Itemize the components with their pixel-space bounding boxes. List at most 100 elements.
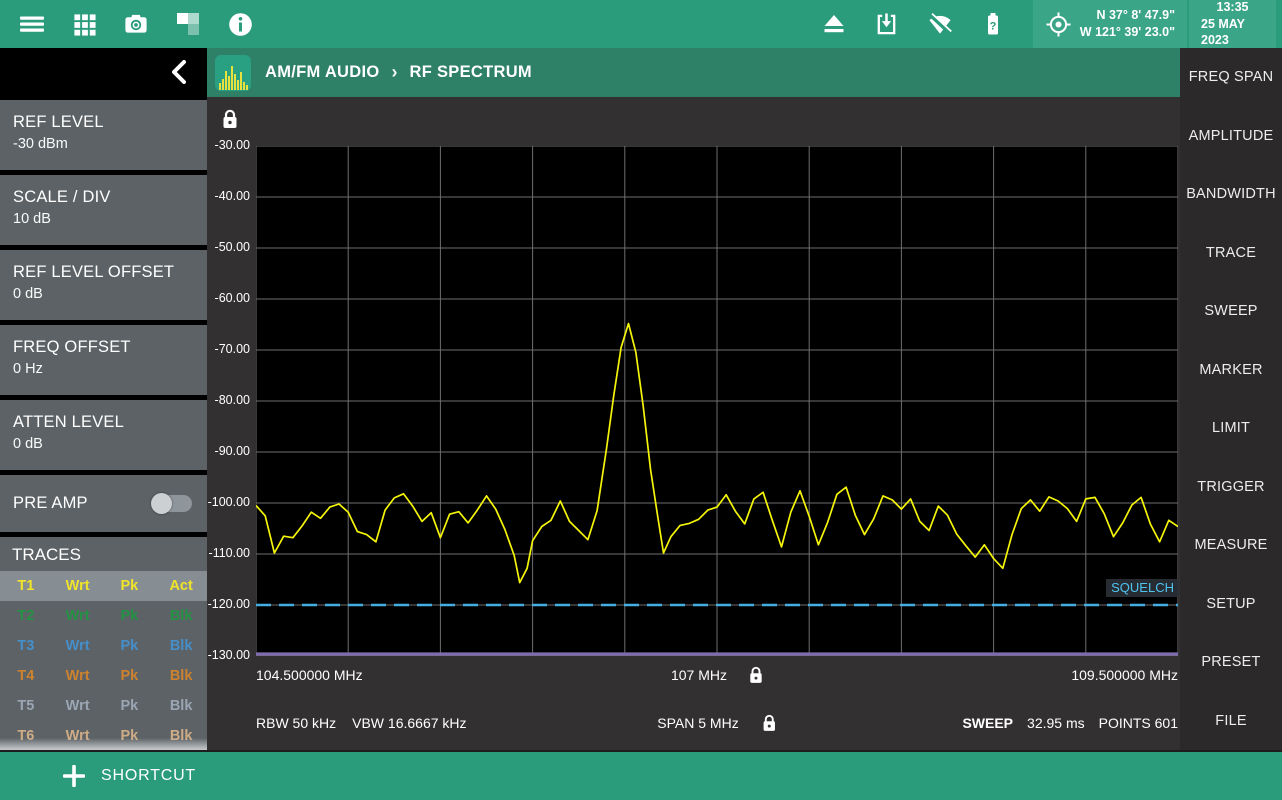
y-tick-label: -50.00 bbox=[215, 240, 250, 254]
y-tick-label: -40.00 bbox=[215, 189, 250, 203]
trace-cell: Pk bbox=[104, 668, 156, 684]
trace-cell: Pk bbox=[104, 698, 156, 714]
eject-icon[interactable] bbox=[821, 11, 847, 37]
gps-icon bbox=[1045, 11, 1072, 38]
y-tick-label: -60.00 bbox=[215, 291, 250, 305]
start-frequency-label: 104.500000 MHz bbox=[256, 667, 363, 683]
setting-scale-div[interactable]: SCALE / DIV 10 dB bbox=[0, 175, 207, 245]
menu-item-trace[interactable]: TRACE bbox=[1180, 224, 1282, 283]
menu-item-marker[interactable]: MARKER bbox=[1180, 341, 1282, 400]
apps-grid-icon[interactable] bbox=[71, 11, 97, 37]
battery-unknown-icon[interactable]: ? bbox=[980, 11, 1006, 37]
menu-item-limit[interactable]: LIMIT bbox=[1180, 399, 1282, 458]
preamp-toggle[interactable] bbox=[152, 495, 192, 512]
sweep-label: SWEEP bbox=[962, 715, 1013, 731]
setting-ref-level-offset[interactable]: REF LEVEL OFFSET0 dB bbox=[0, 250, 207, 320]
display-contrast-icon[interactable] bbox=[175, 11, 201, 37]
plus-icon bbox=[62, 764, 86, 788]
main-chart-area: -30.00-40.00-50.00-60.00-70.00-80.00-90.… bbox=[207, 97, 1180, 750]
top-status-bar: ? N 37° 8' 47.9" W 121° 39' 23.0" 13:35 … bbox=[0, 0, 1282, 48]
traces-title: TRACES bbox=[0, 543, 207, 571]
clock-status[interactable]: 13:35 25 MAY 2023 bbox=[1187, 0, 1276, 48]
trace-cell: Wrt bbox=[52, 698, 104, 714]
trace-row-t1[interactable]: T1WrtPkAct bbox=[0, 571, 207, 601]
setting-label: FREQ OFFSET bbox=[13, 338, 194, 357]
traces-table: T1WrtPkActT2WrtPkBlkT3WrtPkBlkT4WrtPkBlk… bbox=[0, 571, 207, 750]
trace-row-t5[interactable]: T5WrtPkBlk bbox=[0, 691, 207, 721]
preamp-panel[interactable]: PRE AMP bbox=[0, 475, 207, 532]
trace-cell: T1 bbox=[0, 578, 52, 594]
trace-cell: Pk bbox=[104, 608, 156, 624]
setting-label: ATTEN LEVEL bbox=[13, 413, 194, 432]
info-icon[interactable] bbox=[227, 11, 253, 37]
svg-text:?: ? bbox=[989, 21, 996, 33]
setting-value: 0 dB bbox=[13, 436, 194, 452]
menu-item-file[interactable]: FILE bbox=[1180, 692, 1282, 751]
add-shortcut-button[interactable]: SHORTCUT bbox=[62, 764, 196, 788]
setting-atten-level[interactable]: ATTEN LEVEL 0 dB bbox=[0, 400, 207, 470]
setting-ref-level[interactable]: REF LEVEL -30 dBm bbox=[0, 100, 207, 170]
setting-label: SCALE / DIV bbox=[13, 188, 194, 207]
trace-row-t2[interactable]: T2WrtPkBlk bbox=[0, 601, 207, 631]
gps-latitude: N 37° 8' 47.9" bbox=[1096, 7, 1175, 24]
trace-row-t4[interactable]: T4WrtPkBlk bbox=[0, 661, 207, 691]
menu-item-freq-span[interactable]: FREQ SPAN bbox=[1180, 48, 1282, 107]
topbar-right-icons: ? N 37° 8' 47.9" W 121° 39' 23.0" 13:35 … bbox=[821, 0, 1282, 48]
spectrum-app-icon bbox=[215, 55, 251, 91]
trace-cell: Pk bbox=[104, 578, 156, 594]
preamp-label: PRE AMP bbox=[13, 494, 88, 513]
trace-cell: Pk bbox=[104, 638, 156, 654]
trace-row-t3[interactable]: T3WrtPkBlk bbox=[0, 631, 207, 661]
setting-label: REF LEVEL bbox=[13, 113, 194, 132]
span-label: SPAN 5 MHz bbox=[657, 715, 738, 731]
left-parameter-sidebar: REF LEVEL -30 dBm SCALE / DIV 10 dB REF LEVE… bbox=[0, 97, 207, 750]
stop-frequency-label: 109.500000 MHz bbox=[1071, 667, 1178, 683]
wifi-off-icon[interactable] bbox=[927, 11, 953, 37]
center-frequency-lock-icon[interactable] bbox=[749, 666, 763, 684]
trace-cell: Blk bbox=[155, 608, 207, 624]
setting-freq-offset[interactable]: FREQ OFFSET0 Hz bbox=[0, 325, 207, 395]
menu-item-trigger[interactable]: TRIGGER bbox=[1180, 458, 1282, 517]
trace-cell: T4 bbox=[0, 668, 52, 684]
right-menu: FREQ SPANAMPLITUDEBANDWIDTHTRACESWEEPMAR… bbox=[1180, 48, 1282, 750]
breadcrumb-page: RF SPECTRUM bbox=[410, 63, 532, 82]
rbw-label: RBW 50 kHz bbox=[256, 715, 336, 731]
sidebar-scroll-fade bbox=[0, 738, 207, 750]
amplitude-lock-icon[interactable] bbox=[222, 109, 238, 129]
breadcrumb: AM/FM AUDIO › RF SPECTRUM bbox=[265, 62, 532, 83]
setting-value: -30 dBm bbox=[13, 136, 194, 152]
topbar-left-icons bbox=[0, 11, 253, 37]
trace-cell: Wrt bbox=[52, 638, 104, 654]
setting-value: 0 dB bbox=[13, 286, 194, 302]
traces-panel: TRACES T1WrtPkActT2WrtPkBlkT3WrtPkBlkT4W… bbox=[0, 537, 207, 749]
y-tick-label: -30.00 bbox=[215, 138, 250, 152]
trace-cell: Act bbox=[155, 578, 207, 594]
span-lock-icon[interactable] bbox=[763, 714, 777, 732]
sidebar-header bbox=[0, 48, 207, 97]
y-tick-label: -130.00 bbox=[208, 648, 250, 662]
menu-item-bandwidth[interactable]: BANDWIDTH bbox=[1180, 165, 1282, 224]
breadcrumb-app[interactable]: AM/FM AUDIO bbox=[265, 63, 380, 82]
sidebar-collapse-button[interactable] bbox=[166, 58, 194, 86]
clock-time: 13:35 bbox=[1217, 0, 1249, 16]
setting-value: 10 dB bbox=[13, 211, 194, 227]
y-tick-label: -90.00 bbox=[215, 444, 250, 458]
y-axis-tick-labels: -30.00-40.00-50.00-60.00-70.00-80.00-90.… bbox=[207, 146, 253, 656]
y-tick-label: -100.00 bbox=[208, 495, 250, 509]
sidebar-settings: REF LEVEL -30 dBm SCALE / DIV 10 dB REF LEVE… bbox=[0, 100, 207, 470]
spectrum-plot[interactable] bbox=[256, 146, 1178, 656]
screenshot-camera-icon[interactable] bbox=[123, 11, 149, 37]
menu-item-amplitude[interactable]: AMPLITUDE bbox=[1180, 107, 1282, 166]
trace-cell: Blk bbox=[155, 668, 207, 684]
hamburger-menu-icon[interactable] bbox=[19, 11, 45, 37]
menu-item-sweep[interactable]: SWEEP bbox=[1180, 282, 1282, 341]
menu-item-measure[interactable]: MEASURE bbox=[1180, 516, 1282, 575]
import-save-icon[interactable] bbox=[874, 11, 900, 37]
menu-item-preset[interactable]: PRESET bbox=[1180, 633, 1282, 692]
y-tick-label: -70.00 bbox=[215, 342, 250, 356]
vbw-label: VBW 16.6667 kHz bbox=[352, 715, 466, 731]
gps-status[interactable]: N 37° 8' 47.9" W 121° 39' 23.0" bbox=[1033, 0, 1187, 48]
sweep-time-value: 32.95 ms bbox=[1027, 715, 1085, 731]
trace-cell: Blk bbox=[155, 698, 207, 714]
menu-item-setup[interactable]: SETUP bbox=[1180, 575, 1282, 634]
